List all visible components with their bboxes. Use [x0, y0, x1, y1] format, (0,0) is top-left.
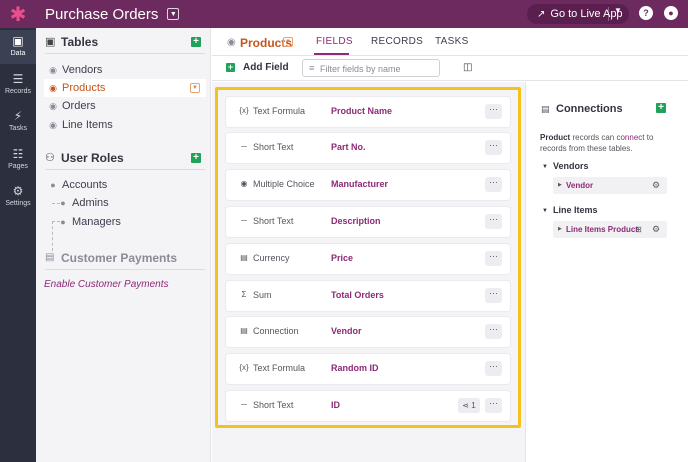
sidebar-item-products[interactable]: ◉ Products ▼ — [44, 79, 206, 97]
gear-icon[interactable]: ⚙ — [652, 224, 660, 235]
settings-icon: ⚙ — [12, 184, 24, 198]
hide-fields-icon[interactable]: ◫ — [463, 62, 472, 73]
app-menu-chevron-icon[interactable]: ▼ — [167, 8, 180, 20]
customer-payments-header: ▤ Customer Payments — [45, 246, 205, 270]
active-tab-indicator — [314, 53, 349, 55]
rail-item-records[interactable]: ☰ Records — [0, 68, 36, 102]
app-title: Purchase Orders — [45, 5, 159, 23]
rail-item-tasks[interactable]: ⚡ Tasks — [0, 105, 36, 139]
filter-icon: ≡ — [309, 63, 315, 73]
payments-icon: ▤ — [45, 252, 55, 263]
caret-right-icon: ▶ — [558, 226, 562, 232]
tables-icon: ▣ — [45, 36, 56, 48]
caret-down-icon: ▼ — [542, 207, 548, 214]
records-icon: ☰ — [12, 72, 24, 86]
rail-item-settings[interactable]: ⚙ Settings — [0, 180, 36, 214]
go-to-live-app-label: Go to Live App — [550, 8, 623, 20]
help-icon[interactable]: ? — [639, 6, 653, 20]
connection-group-vendors[interactable]: ▼ Vendors — [542, 161, 588, 171]
sidebar: ▣ Tables + ◉ Vendors ◉ Products ▼ ◉ Orde… — [36, 28, 211, 462]
sidebar-item-orders[interactable]: ◉ Orders — [44, 97, 206, 115]
table-icon: ◉ — [49, 82, 57, 93]
table-icon: ◉ — [49, 119, 57, 130]
add-role-button[interactable]: + — [191, 153, 201, 163]
sidebar-item-admins[interactable]: ● Admins — [54, 194, 206, 212]
tab-records[interactable]: RECORDS — [371, 36, 423, 47]
rail-item-data[interactable]: ▣ Data — [0, 30, 36, 64]
connection-group-line-items[interactable]: ▼ Line Items — [542, 205, 597, 215]
add-connection-button[interactable]: + — [656, 103, 666, 113]
table-icon: ◉ — [49, 64, 57, 75]
sidebar-item-accounts[interactable]: ● Accounts — [44, 176, 206, 194]
caret-down-icon: ▼ — [542, 163, 548, 170]
tab-fields[interactable]: FIELDS — [316, 36, 353, 47]
app-logo-icon[interactable]: ✱ — [0, 0, 36, 28]
data-icon: ▣ — [12, 34, 24, 48]
live-app-dropdown-icon[interactable]: ▼ — [614, 6, 622, 15]
add-field-button[interactable]: Add Field — [243, 62, 289, 73]
user-icon: ● — [60, 217, 66, 227]
external-link-icon: ↗ — [537, 8, 546, 20]
sidebar-item-line-items[interactable]: ◉ Line Items — [44, 116, 206, 134]
tables-header: ▣ Tables + — [45, 30, 205, 54]
user-roles-header: ⚇ User Roles + — [45, 146, 205, 170]
table-icon: ◉ — [49, 100, 57, 111]
tasks-icon: ⚡ — [13, 109, 23, 123]
sidebar-item-vendors[interactable]: ◉ Vendors — [44, 61, 206, 79]
connection-item-vendor[interactable]: ▶ Vendor ⚙ — [553, 177, 667, 194]
fields-toolbar: + Add Field ≡ ◫ — [212, 57, 688, 81]
pages-icon: ☷ — [12, 147, 24, 161]
tab-tasks[interactable]: TASKS — [435, 36, 469, 47]
caret-right-icon: ▶ — [558, 182, 562, 188]
filter-fields-input[interactable] — [320, 62, 436, 75]
fields-highlight-box — [215, 87, 521, 428]
filter-fields: ≡ — [302, 59, 440, 77]
gear-icon[interactable]: ⚙ — [652, 180, 660, 191]
connections-title: Connections — [556, 103, 623, 115]
sidebar-item-managers[interactable]: ● Managers — [54, 213, 206, 231]
add-table-button[interactable]: + — [191, 37, 201, 47]
user-account-icon[interactable]: ● — [664, 6, 678, 20]
table-header: ◉ Products ▼ FIELDS RECORDS TASKS — [212, 28, 688, 56]
enable-payments-link[interactable]: Enable Customer Payments — [44, 279, 169, 290]
user-icon: ● — [60, 198, 66, 208]
user-icon: ● — [50, 180, 56, 190]
connections-icon: ▤ — [541, 104, 550, 114]
connect-link[interactable]: connect — [616, 133, 644, 142]
connections-description: Product records can connect to records f… — [540, 133, 654, 153]
nav-rail: ▣ Data ☰ Records ⚡ Tasks ☷ Pages ⚙ Setti… — [0, 28, 36, 462]
table-icon: ◉ — [227, 37, 236, 48]
top-bar: ✱ Purchase Orders ▼ ↗ Go to Live App ▼ ?… — [0, 0, 688, 28]
table-title-chevron-icon[interactable]: ▼ — [283, 37, 293, 47]
connection-item-line-items-product[interactable]: ▶ Line Items Product ⊞ ⚙ — [553, 221, 667, 238]
table-menu-chevron-icon[interactable]: ▼ — [190, 83, 200, 93]
add-field-plus-icon[interactable]: + — [226, 63, 235, 72]
users-icon: ⚇ — [45, 152, 55, 164]
add-connection-field-icon[interactable]: ⊞ — [635, 225, 642, 234]
go-to-live-app-button[interactable]: ↗ Go to Live App ▼ — [527, 4, 629, 24]
rail-item-pages[interactable]: ☷ Pages — [0, 143, 36, 177]
